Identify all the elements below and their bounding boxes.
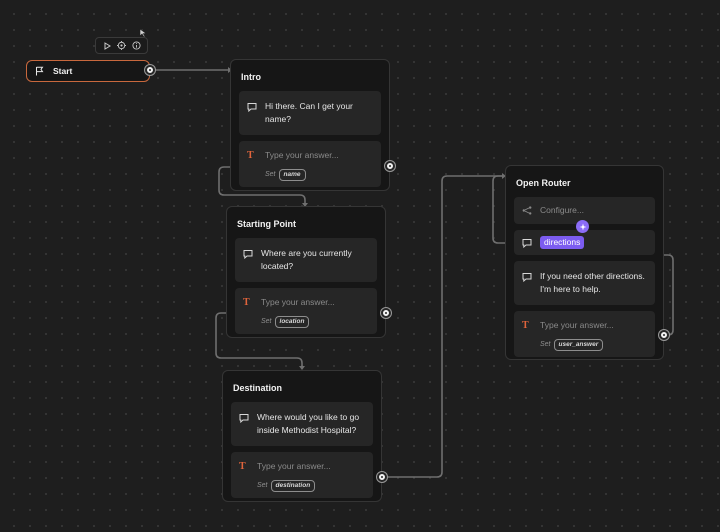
message-text: Where would you like to go inside Method… bbox=[257, 412, 360, 435]
speech-bubble-icon bbox=[522, 236, 534, 249]
answer-placeholder: Type your answer... bbox=[540, 320, 614, 330]
message-step[interactable]: Where are you currently located? bbox=[235, 238, 377, 282]
answer-placeholder: Type your answer... bbox=[265, 150, 339, 160]
node-title: Open Router bbox=[516, 178, 571, 188]
intro-output-port[interactable] bbox=[385, 161, 395, 171]
variable-tag[interactable]: user_answer bbox=[553, 338, 604, 351]
text-t-icon: T bbox=[243, 297, 250, 308]
intro-node[interactable]: Intro Hi there. Can I get your name? T T… bbox=[230, 59, 390, 191]
start-node[interactable]: Start bbox=[26, 60, 150, 82]
set-label: Set bbox=[261, 318, 272, 325]
route-intent-tag[interactable]: directions bbox=[540, 236, 585, 249]
route-step[interactable]: directions bbox=[514, 230, 655, 255]
message-text: If you need other directions. I'm here t… bbox=[540, 271, 645, 294]
info-icon[interactable] bbox=[130, 39, 143, 52]
destination-output-port[interactable] bbox=[377, 472, 387, 482]
text-t-icon: T bbox=[247, 150, 254, 161]
open-router-output-port[interactable] bbox=[659, 330, 669, 340]
starting-point-node[interactable]: Starting Point Where are you currently l… bbox=[226, 206, 386, 338]
capture-step[interactable]: T Type your answer... Set user_answer bbox=[514, 311, 655, 357]
text-t-icon: T bbox=[239, 461, 246, 472]
variable-tag[interactable]: destination bbox=[270, 479, 316, 492]
variable-tag[interactable]: name bbox=[278, 168, 306, 181]
answer-placeholder: Type your answer... bbox=[261, 297, 335, 307]
configure-text: Configure... bbox=[540, 205, 584, 215]
starting-point-output-port[interactable] bbox=[381, 308, 391, 318]
message-text: Where are you currently located? bbox=[261, 248, 352, 271]
destination-node[interactable]: Destination Where would you like to go i… bbox=[222, 370, 382, 502]
message-step[interactable]: Hi there. Can I get your name? bbox=[239, 91, 381, 135]
variable-tag[interactable]: location bbox=[274, 315, 310, 328]
speech-bubble-icon bbox=[243, 247, 255, 260]
share-icon bbox=[522, 204, 534, 217]
flag-icon bbox=[35, 65, 47, 78]
start-label: Start bbox=[53, 66, 73, 76]
capture-step[interactable]: T Type your answer... Set location bbox=[235, 288, 377, 334]
start-toolbar bbox=[95, 37, 148, 54]
wire-destination-to-router bbox=[386, 175, 502, 478]
capture-step[interactable]: T Type your answer... Set destination bbox=[231, 452, 373, 498]
set-label: Set bbox=[540, 341, 551, 348]
speech-bubble-icon bbox=[522, 270, 534, 283]
node-title: Intro bbox=[241, 72, 261, 82]
open-router-node[interactable]: Open Router Configure... directions If y… bbox=[505, 165, 664, 360]
message-step[interactable]: Where would you like to go inside Method… bbox=[231, 402, 373, 446]
node-title: Destination bbox=[233, 383, 283, 393]
speech-bubble-icon bbox=[247, 100, 259, 113]
node-title: Starting Point bbox=[237, 219, 296, 229]
play-icon[interactable] bbox=[100, 39, 113, 52]
speech-bubble-icon bbox=[239, 411, 251, 424]
answer-placeholder: Type your answer... bbox=[257, 461, 331, 471]
target-icon[interactable] bbox=[115, 39, 128, 52]
start-output-port[interactable] bbox=[145, 65, 155, 75]
text-t-icon: T bbox=[522, 320, 529, 331]
capture-step[interactable]: T Type your answer... Set name bbox=[239, 141, 381, 187]
message-text: Hi there. Can I get your name? bbox=[265, 101, 353, 124]
sparkle-icon[interactable] bbox=[576, 220, 589, 233]
set-label: Set bbox=[265, 171, 276, 178]
message-step[interactable]: If you need other directions. I'm here t… bbox=[514, 261, 655, 305]
set-label: Set bbox=[257, 482, 268, 489]
